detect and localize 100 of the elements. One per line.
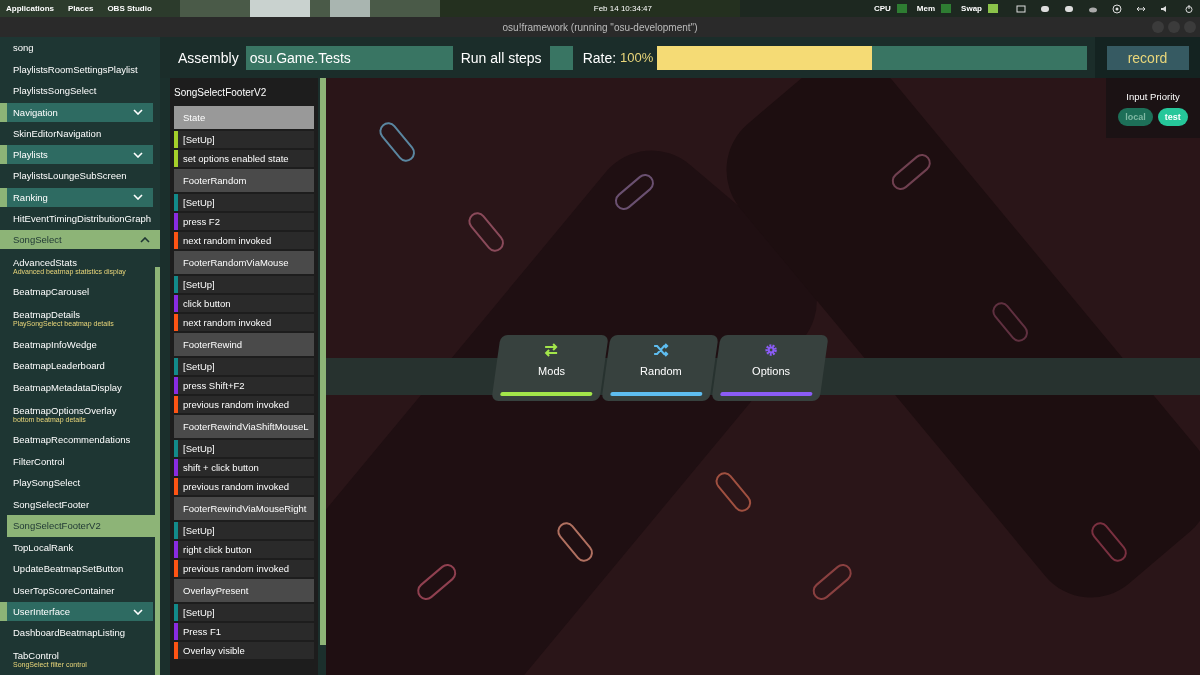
test-item[interactable]: PlaySongSelect (0, 472, 155, 494)
step-group-header[interactable]: FooterRandomViaMouse (174, 251, 314, 274)
record-button[interactable]: record (1106, 45, 1189, 70)
test-item[interactable]: BeatmapRecommendations (0, 429, 155, 451)
test-item[interactable]: FilterControl (0, 450, 155, 472)
chat-icon[interactable] (1040, 3, 1050, 14)
test-name: BeatmapCarousel (13, 286, 91, 298)
test-name: SkinEditorNavigation (13, 127, 103, 139)
power-icon[interactable] (1184, 3, 1194, 14)
step-button[interactable]: press F2 (174, 213, 314, 230)
test-name: HitEventTimingDistributionGraph (13, 212, 152, 224)
test-item[interactable]: PlaylistsRoomSettingsPlaylist (0, 58, 155, 80)
step-group-header[interactable]: FooterRewind (174, 333, 314, 356)
test-name: BeatmapOptionsOverlay (13, 404, 118, 416)
test-name: DashboardBeatmapListing (13, 627, 126, 639)
test-item[interactable]: BeatmapMetadataDisplay (0, 376, 155, 398)
step-group-header[interactable]: FooterRewindViaMouseRight (174, 497, 314, 520)
test-name: song (13, 42, 35, 54)
footer-button[interactable]: Mods (491, 335, 609, 401)
test-name: UserTopScoreContainer (13, 584, 116, 596)
chat-icon[interactable] (1064, 3, 1074, 14)
test-name: AdvancedStats (13, 256, 78, 268)
footer-button-label: Mods (537, 365, 565, 377)
test-name: PlaylistsLoungeSubScreen (13, 170, 128, 182)
step-button[interactable]: [SetUp] (174, 604, 314, 621)
test-name: PlaySongSelect (13, 477, 82, 489)
step-button[interactable]: set options enabled state (174, 150, 314, 167)
rate-value: 100% (620, 50, 654, 65)
run-all-button[interactable]: Run all steps (454, 45, 548, 70)
toggle-button[interactable] (549, 45, 573, 70)
test-group-header[interactable]: Navigation (0, 102, 153, 122)
step-group-header[interactable]: FooterRewindViaShiftMouseL (174, 415, 314, 438)
step-button[interactable]: [SetUp] (174, 194, 314, 211)
step-button[interactable]: Press F1 (174, 623, 314, 640)
step-button[interactable]: previous random invoked (174, 560, 314, 577)
test-item[interactable]: PlaylistsLoungeSubScreen (0, 165, 155, 187)
test-item[interactable]: SongSelectFooter (0, 493, 155, 515)
test-item[interactable]: BeatmapInfoWedge (0, 333, 155, 355)
scrollbar[interactable] (320, 78, 326, 645)
test-group-header[interactable]: Ranking (0, 187, 153, 207)
screen-icon[interactable] (1016, 3, 1026, 14)
system-menu[interactable]: Applications (6, 4, 54, 13)
step-button[interactable]: [SetUp] (174, 522, 314, 539)
monitor-label: Mem (916, 4, 936, 13)
step-button[interactable]: right click button (174, 541, 314, 558)
test-item[interactable]: SongSelectFooterV2 (7, 515, 155, 537)
assembly-field[interactable]: osu.Game.Tests (245, 45, 453, 70)
test-item[interactable]: song (0, 37, 155, 59)
group-label: UserInterface (13, 606, 71, 617)
test-item[interactable]: SkinEditorNavigation (0, 122, 155, 144)
test-group-header[interactable]: Playlists (0, 145, 153, 164)
step-button[interactable]: [SetUp] (174, 358, 314, 375)
test-name: SongSelectFooter (13, 498, 91, 510)
test-group-header[interactable]: SongSelect (0, 230, 160, 249)
test-item[interactable]: DashboardBeatmapListing (0, 622, 155, 644)
test-item[interactable]: PlaylistsSongSelect (0, 80, 155, 102)
step-button[interactable]: press Shift+F2 (174, 377, 314, 394)
system-menu[interactable]: OBS Studio (107, 4, 152, 13)
test-item[interactable]: BeatmapCarousel (0, 281, 155, 303)
step-button[interactable]: [SetUp] (174, 276, 314, 293)
chevron-down-icon (133, 109, 143, 115)
step-button[interactable]: click button (174, 295, 314, 312)
group-label: SongSelect (13, 234, 62, 245)
step-button[interactable]: Overlay visible (174, 642, 314, 659)
system-menu[interactable]: Places (68, 4, 94, 13)
chevron-up-icon (140, 236, 150, 243)
test-name: SongSelectFooterV2 (13, 520, 102, 532)
step-button[interactable]: [SetUp] (174, 440, 314, 457)
step-button[interactable]: shift + click button (174, 459, 314, 476)
steps-title: SongSelectFooterV2 (174, 86, 268, 100)
test-item[interactable]: HitEventTimingDistributionGraph (0, 207, 155, 229)
step-group-header[interactable]: OverlayPresent (174, 579, 314, 602)
group-label: Playlists (13, 149, 48, 160)
scrollbar[interactable] (155, 267, 160, 675)
test-name: FilterControl (13, 455, 66, 467)
test-name: UpdateBeatmapSetButton (13, 563, 125, 575)
monitor-label: CPU (873, 4, 891, 13)
test-item[interactable]: BeatmapLeaderboard (0, 355, 155, 377)
footer-button[interactable]: Options (711, 335, 829, 401)
record-icon[interactable] (1112, 3, 1122, 14)
test-group-header[interactable]: UserInterface (0, 602, 153, 621)
test-item[interactable]: TopLocalRank (0, 536, 155, 558)
rate-label: Rate: (582, 49, 617, 66)
clock: Feb 14 10:34:47 (593, 4, 653, 13)
step-button[interactable]: previous random invoked (174, 396, 314, 413)
footer-button-label: Options (752, 365, 791, 377)
footer-button[interactable]: Random (601, 335, 719, 401)
step-group-header[interactable]: FooterRandom (174, 169, 314, 192)
assembly-label: Assembly (178, 49, 239, 66)
step-button[interactable]: previous random invoked (174, 478, 314, 495)
test-name: BeatmapRecommendations (13, 434, 132, 446)
shuffle-icon (653, 343, 670, 357)
test-item[interactable]: UpdateBeatmapSetButton (0, 558, 155, 580)
step-button[interactable]: next random invoked (174, 232, 314, 249)
test-name: TopLocalRank (13, 541, 75, 553)
footer-button-label: Random (640, 365, 682, 377)
rate-slider[interactable] (657, 45, 1087, 70)
test-item[interactable]: UserTopScoreContainer (0, 579, 155, 601)
step-button[interactable]: next random invoked (174, 314, 314, 331)
step-button[interactable]: [SetUp] (174, 131, 314, 148)
